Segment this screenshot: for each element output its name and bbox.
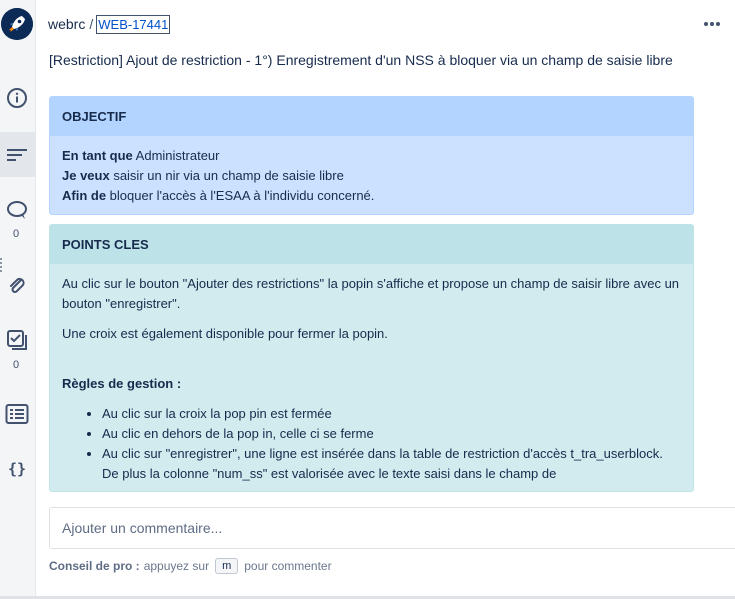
- list-item: Au clic sur la croix la pop pin est ferm…: [102, 404, 681, 424]
- objectif-text: bloquer l'accès à l'ESAA à l'individu co…: [106, 188, 375, 203]
- objectif-label: Je veux: [62, 168, 110, 183]
- more-dot: [710, 22, 714, 26]
- objectif-line: Afin de bloquer l'accès à l'ESAA à l'ind…: [62, 186, 681, 206]
- list-item: Au clic en dehors de la pop in, celle ci…: [102, 424, 681, 444]
- sidebar-divider: [0, 258, 3, 272]
- rocket-icon: [1, 8, 33, 40]
- breadcrumb-project[interactable]: webrc: [48, 16, 85, 32]
- points-cles-panel-title: POINTS CLES: [50, 225, 693, 264]
- subtasks-icon[interactable]: [3, 400, 31, 428]
- objectif-text: saisir un nir via un champ de saisie lib…: [109, 168, 344, 183]
- breadcrumb: webrc / WEB-17441: [48, 13, 171, 35]
- rules-title: Règles de gestion :: [62, 376, 182, 391]
- points-cles-paragraph: Une croix est également disponible pour …: [62, 326, 388, 341]
- code-icon[interactable]: {}: [3, 455, 31, 483]
- objectif-label: Afin de: [62, 188, 107, 203]
- more-dot: [716, 22, 720, 26]
- points-cles-panel: POINTS CLES Au clic sur le bouton "Ajout…: [49, 224, 694, 492]
- rules-list: Au clic sur la croix la pop pin est ferm…: [102, 404, 681, 484]
- checklist-count: 0: [12, 359, 20, 371]
- info-icon[interactable]: [3, 84, 31, 112]
- attachment-icon[interactable]: [3, 271, 31, 299]
- objectif-text: Administrateur: [132, 148, 220, 163]
- list-item: Au clic sur "enregistrer", une ligne est…: [102, 444, 681, 484]
- points-cles-paragraph: Au clic sur le bouton "Ajouter des restr…: [62, 276, 680, 311]
- comment-count: 0: [12, 228, 20, 240]
- pro-tip: Conseil de pro : appuyez sur m pour comm…: [49, 558, 332, 574]
- pro-tip-text: appuyez sur: [143, 559, 210, 573]
- add-comment-input[interactable]: Ajouter un commentaire...: [49, 507, 735, 549]
- objectif-panel: OBJECTIF En tant que Administrateur Je v…: [49, 96, 694, 215]
- checklist-icon[interactable]: [3, 326, 31, 354]
- breadcrumb-separator: /: [89, 16, 94, 32]
- objectif-panel-title: OBJECTIF: [50, 97, 693, 136]
- rules-heading: Règles de gestion :: [62, 374, 681, 394]
- objectif-label: En tant que: [62, 148, 133, 163]
- issue-key-link[interactable]: WEB-17441: [96, 14, 171, 34]
- project-avatar[interactable]: [1, 8, 33, 40]
- points-cles-panel-body: Au clic sur le bouton "Ajouter des restr…: [50, 264, 693, 491]
- pro-tip-text: pour commenter: [244, 559, 332, 573]
- activity-icon[interactable]: [3, 141, 31, 169]
- objectif-line: En tant que Administrateur: [62, 146, 681, 166]
- left-sidebar: 0 0 {}: [0, 0, 36, 599]
- pro-tip-label: Conseil de pro :: [49, 559, 140, 573]
- more-actions-button[interactable]: [700, 12, 724, 36]
- objectif-line: Je veux saisir un nir via un champ de sa…: [62, 166, 681, 186]
- comment-icon[interactable]: [3, 196, 31, 224]
- more-horizontal-icon: [704, 22, 708, 26]
- keyboard-shortcut-key: m: [215, 558, 239, 574]
- objectif-panel-body: En tant que Administrateur Je veux saisi…: [50, 136, 693, 214]
- issue-summary[interactable]: [Restriction] Ajout de restriction - 1°)…: [49, 52, 673, 68]
